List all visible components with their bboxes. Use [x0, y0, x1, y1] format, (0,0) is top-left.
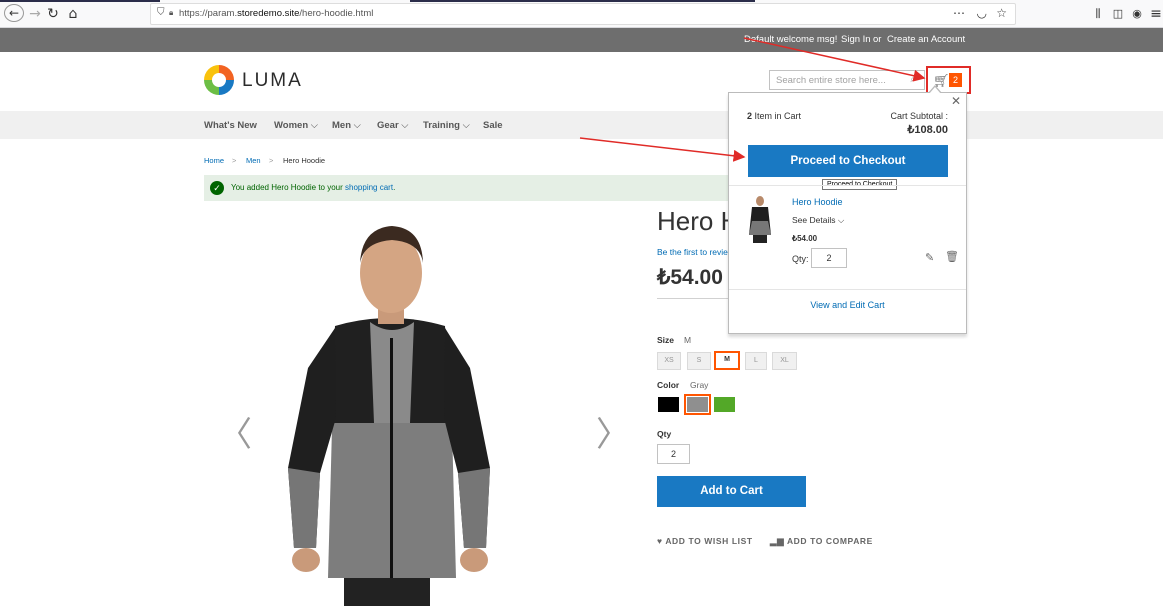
size-option-s[interactable]: S [687, 352, 711, 370]
sidebar-icon[interactable]: ◫ [1110, 4, 1126, 24]
menu-icon[interactable]: ≡ [1150, 4, 1162, 24]
cart-item-qty-label: Qty: [792, 254, 809, 264]
main-nav: What's New Women ⌵ Men ⌵ Gear ⌵ Training… [0, 111, 1163, 139]
chevron-down-icon: ⌵ [308, 120, 318, 131]
heart-icon: ♥ [657, 536, 663, 546]
luma-logo-icon[interactable] [204, 65, 234, 95]
add-to-cart-button[interactable]: Add to Cart [657, 476, 806, 507]
nav-item-whats-new[interactable]: What's New [204, 120, 257, 131]
breadcrumb-current: Hero Hoodie [283, 156, 326, 165]
search-icon[interactable]: ⌕ [910, 74, 916, 85]
wishlist-link[interactable]: ♥ ADD TO WISH LIST [657, 536, 753, 546]
breadcrumb-home[interactable]: Home [204, 156, 224, 165]
cart-items-count: 2 Item in Cart [747, 111, 802, 121]
minicart-divider [729, 185, 966, 186]
color-selected-value: Gray [690, 380, 709, 390]
size-label: Size [657, 335, 675, 345]
success-text: You added Hero Hoodie to your shopping c… [231, 183, 396, 192]
size-option-xl[interactable]: XL [772, 352, 797, 370]
nav-item-gear[interactable]: Gear ⌵ [377, 120, 409, 131]
gallery-prev-arrow[interactable]: 〈 [218, 407, 252, 456]
bookmark-star-icon[interactable]: ☆ [996, 6, 1007, 20]
create-account-link[interactable]: Create an Account [887, 34, 965, 45]
chevron-down-icon: ⌵ [351, 120, 361, 131]
cart-count-badge: 2 [949, 73, 962, 87]
url-text: https://param.storedemo.site/hero-hoodie… [179, 8, 374, 19]
cart-item-qty-input[interactable]: 2 [811, 248, 847, 268]
compare-link[interactable]: ▂▆ ADD TO COMPARE [770, 536, 873, 547]
browser-toolbar: ← → ↻ ⌂ ⛉ 🔒︎ https://param.storedemo.sit… [0, 0, 1163, 28]
chevron-down-icon: ⌵ [459, 120, 470, 131]
bar-chart-icon: ▂▆ [770, 536, 785, 546]
reload-icon[interactable]: ↻ [46, 4, 60, 24]
success-message: ✓ You added Hero Hoodie to your shopping… [204, 175, 744, 201]
color-label: Color [657, 380, 680, 390]
breadcrumb-separator: > [232, 156, 237, 165]
close-icon[interactable]: ✕ [951, 94, 961, 108]
account-icon[interactable]: ◉ [1129, 4, 1145, 24]
welcome-text: Default welcome msg! [744, 34, 838, 45]
or-text: or [873, 34, 882, 45]
chevron-down-icon: ⌵ [837, 215, 845, 225]
color-option-green[interactable] [714, 397, 735, 412]
lock-icon: 🔒︎ [169, 8, 174, 17]
nav-item-men[interactable]: Men ⌵ [332, 120, 361, 131]
pocket-icon[interactable]: ◡ [977, 6, 987, 20]
shield-icon: ⛉ [157, 7, 165, 18]
qty-input[interactable]: 2 [657, 444, 690, 464]
cart-item-price: ₺54.00 [792, 234, 818, 243]
proceed-to-checkout-button[interactable]: Proceed to Checkout [748, 145, 948, 177]
more-icon[interactable]: ⋯ [953, 6, 965, 20]
breadcrumb-separator: > [269, 156, 274, 165]
view-edit-cart-link[interactable]: View and Edit Cart [729, 300, 966, 310]
annotation-overlay [579, 37, 926, 162]
annotation-arrow-checkout [579, 137, 746, 162]
size-option-m[interactable]: M [714, 351, 740, 370]
product-image [288, 226, 490, 606]
size-option-l[interactable]: L [745, 352, 767, 370]
nav-item-sale[interactable]: Sale [483, 120, 503, 131]
gallery-next-arrow[interactable]: 〉 [596, 407, 630, 456]
edit-pencil-icon[interactable]: ✎ [925, 251, 934, 264]
logo-text[interactable]: LUMA [242, 70, 303, 92]
panel-header: Default welcome msg! Sign In or Create a… [0, 28, 1163, 52]
cart-subtotal-value: ₺108.00 [907, 124, 948, 136]
cart-item-name[interactable]: Hero Hoodie [792, 197, 843, 207]
breadcrumb-men[interactable]: Men [246, 156, 261, 165]
size-option-xs[interactable]: XS [657, 352, 681, 370]
minicart-dropdown: ✕ 2 Item in Cart Cart Subtotal : ₺108.00… [728, 85, 967, 334]
color-option-black[interactable] [658, 397, 679, 412]
url-bar[interactable]: ⛉ 🔒︎ https://param.storedemo.site/hero-h… [150, 3, 1016, 25]
back-icon[interactable]: ← [4, 4, 24, 22]
cart-subtotal-label: Cart Subtotal : [890, 111, 948, 121]
price-divider [657, 298, 737, 299]
shopping-cart-link[interactable]: shopping cart [345, 183, 393, 192]
forward-icon[interactable]: → [28, 4, 42, 24]
qty-label: Qty [657, 429, 672, 439]
delete-trash-icon[interactable]: 🗑︎ [945, 250, 959, 263]
sign-in-link[interactable]: Sign In [841, 34, 871, 45]
product-price: ₺54.00 [657, 266, 723, 289]
check-icon: ✓ [210, 181, 224, 195]
chevron-down-icon: ⌵ [398, 120, 409, 131]
home-icon[interactable]: ⌂ [65, 4, 81, 24]
library-icon[interactable]: ⫼ [1090, 4, 1106, 24]
nav-item-women[interactable]: Women ⌵ [274, 120, 318, 131]
tab-strip-active [410, 0, 755, 2]
size-selected-value: M [684, 335, 692, 345]
see-details-toggle[interactable]: See Details ⌵ [792, 215, 844, 226]
color-option-gray[interactable] [684, 394, 711, 415]
nav-item-training[interactable]: Training ⌵ [423, 120, 470, 131]
minicart-divider [729, 289, 966, 290]
cart-item-thumbnail[interactable] [747, 195, 773, 243]
tab-strip [0, 0, 160, 2]
search-placeholder: Search entire store here... [776, 75, 886, 86]
search-input[interactable]: Search entire store here... ⌕ [769, 70, 925, 90]
